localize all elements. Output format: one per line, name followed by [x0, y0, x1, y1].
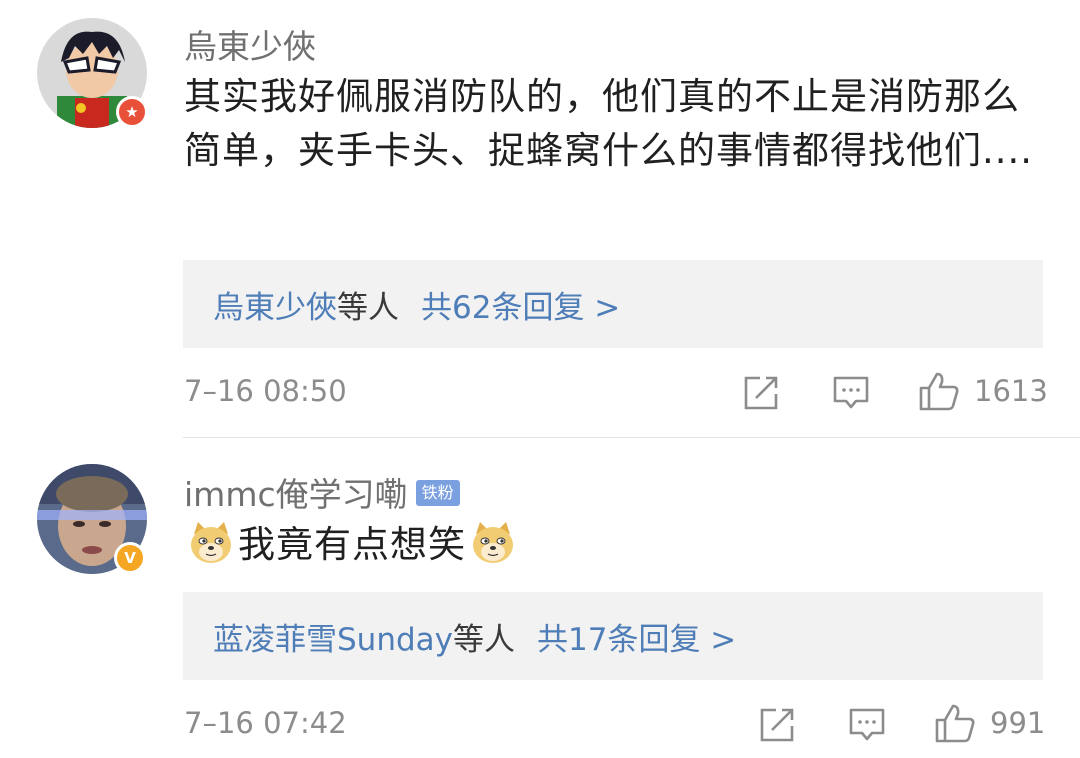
comment-text: 其实我好佩服消防队的，他们真的不止是消防那么简单，夹手卡头、捉蜂窝什么的事情都得… [184, 75, 1034, 172]
comment-text-row: 我竟有点想笑 [184, 518, 1054, 572]
comment-icon[interactable] [848, 706, 886, 744]
comment-icon[interactable] [832, 374, 870, 412]
timestamp: 7–16 07:42 [184, 706, 347, 740]
comment-item: V immc俺学习嘞 铁粉 我竟有点想笑 蓝凌菲雪Sunday 等人 共17条回复 [0, 438, 1080, 758]
verified-v-icon: V [114, 542, 146, 574]
like-thumb-icon[interactable] [918, 370, 960, 412]
reply-names[interactable]: 蓝凌菲雪Sunday [213, 614, 453, 659]
comment-text: 我竟有点想笑 [238, 523, 466, 566]
reply-names[interactable]: 烏東少俠 [213, 282, 337, 327]
reply-count-link[interactable]: 共17条回复 > [537, 614, 736, 659]
reply-suffix: 等人 [337, 289, 399, 326]
share-icon[interactable] [758, 706, 796, 744]
replies-box[interactable]: 蓝凌菲雪Sunday 等人 共17条回复 > [183, 592, 1043, 680]
like-thumb-icon[interactable] [934, 702, 976, 744]
like-count: 1613 [974, 374, 1048, 408]
fan-badge: 铁粉 [415, 479, 460, 506]
reply-count-link[interactable]: 共62条回复 > [421, 282, 620, 327]
star-badge-icon: ★ [116, 96, 148, 128]
comment-item: ★ 烏東少俠 其实我好佩服消防队的，他们真的不止是消防那么简单，夹手卡头、捉蜂窝… [0, 0, 1080, 438]
username[interactable]: 烏東少俠 [184, 20, 316, 68]
like-count: 991 [990, 706, 1046, 740]
username[interactable]: immc俺学习嘞 [184, 475, 408, 514]
doge-emoji-icon [191, 521, 231, 563]
share-icon[interactable] [742, 374, 780, 412]
timestamp: 7–16 08:50 [184, 374, 347, 408]
reply-suffix: 等人 [453, 621, 515, 658]
replies-box[interactable]: 烏東少俠 等人 共62条回复 > [183, 260, 1043, 348]
doge-emoji-icon [473, 521, 513, 563]
username-row: immc俺学习嘞 铁粉 [184, 468, 460, 516]
